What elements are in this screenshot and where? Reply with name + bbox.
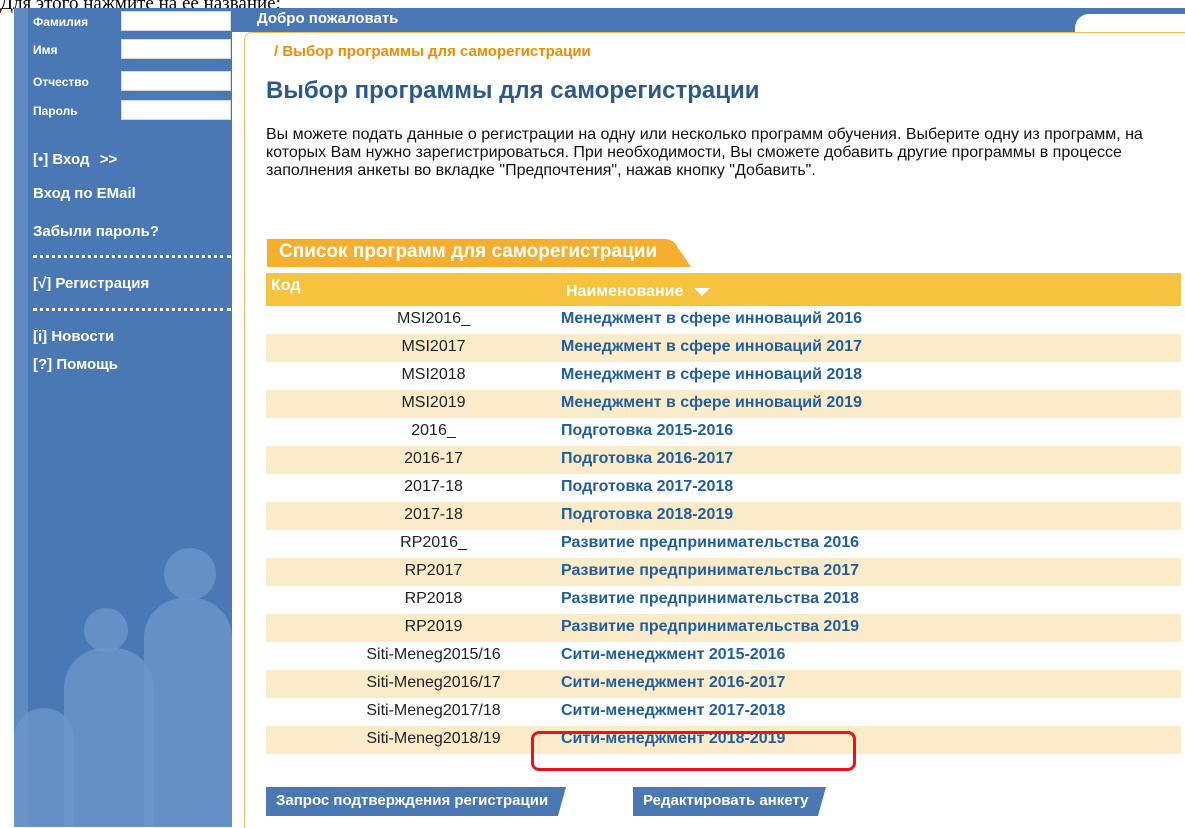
name-column-label: Наименование	[566, 283, 684, 300]
sidebar: Фамилия Имя Отчество Пароль [•] Вход >> …	[14, 8, 232, 827]
program-code: MSI2019	[401, 394, 466, 411]
program-list-tab: Список программ для саморегистрации	[267, 239, 692, 267]
sort-down-icon	[693, 287, 710, 296]
program-code: Siti-Meneg2016/17	[366, 674, 501, 691]
sidebar-edge	[14, 8, 28, 827]
patronymic-row: Отчество	[33, 71, 232, 93]
table-row: RP2019 Развитие предпринимательства 2019	[266, 614, 1181, 642]
program-code: RP2019	[404, 618, 463, 635]
program-name-link[interactable]: Менеджмент в сфере инноваций 2019	[561, 394, 862, 412]
sidebar-divider	[33, 308, 231, 311]
program-code: RP2018	[404, 590, 463, 607]
login-label: Вход	[52, 151, 90, 168]
forgot-password-link[interactable]: Забыли пароль?	[33, 223, 159, 240]
program-table: Код Наименование MSI2016_ Менеджмент в сф…	[266, 273, 1181, 754]
table-row: 2017-18 Подготовка 2017-2018	[266, 474, 1181, 502]
lastname-label: Фамилия	[33, 15, 89, 29]
table-row: Siti-Meneg2015/16 Сити-менеджмент 2015-20…	[266, 642, 1181, 670]
login-icon: [•]	[33, 151, 49, 168]
program-name-link[interactable]: Сити-менеджмент 2015-2016	[561, 646, 785, 664]
table-row: MSI2018 Менеджмент в сфере инноваций 2018	[266, 362, 1181, 390]
table-row: RP2016_ Развитие предпринимательства 2016	[266, 530, 1181, 558]
email-login-link[interactable]: Вход по EMail	[33, 185, 136, 202]
patronymic-label: Отчество	[33, 75, 89, 89]
page-title: Выбор программы для саморегистрации	[266, 77, 760, 104]
login-arrow: >>	[99, 151, 118, 168]
patronymic-input[interactable]	[121, 71, 231, 91]
program-name-link[interactable]: Менеджмент в сфере инноваций 2016	[561, 310, 862, 328]
password-input[interactable]	[121, 100, 231, 120]
breadcrumb[interactable]: / Выбор программы для саморегистрации	[274, 43, 591, 60]
header-title: Добро пожаловать	[257, 10, 399, 27]
checkmark-icon: [√]	[33, 275, 52, 292]
sidebar-divider	[33, 255, 231, 258]
program-code: 2017-18	[404, 506, 463, 523]
edit-form-button[interactable]: Редактировать анкету	[633, 787, 827, 816]
table-row: Siti-Meneg2016/17 Сити-менеджмент 2016-20…	[266, 670, 1181, 698]
header-bar: Добро пожаловать	[232, 8, 1185, 32]
table-header: Код Наименование	[266, 273, 1181, 306]
program-code: Siti-Meneg2017/18	[366, 702, 501, 719]
news-link[interactable]: [i] Новости	[33, 328, 114, 345]
table-row: 2017-18 Подготовка 2018-2019	[266, 502, 1181, 530]
program-name-link[interactable]: Менеджмент в сфере инноваций 2017	[561, 338, 862, 356]
intro-text: Вы можете подать данные о регистрации на…	[266, 126, 1143, 179]
table-row: Siti-Meneg2017/18 Сити-менеджмент 2017-20…	[266, 698, 1181, 726]
register-link[interactable]: [√] Регистрация	[33, 275, 149, 292]
confirm-registration-button[interactable]: Запрос подтверждения регистрации	[266, 787, 567, 816]
program-code: 2016_	[411, 422, 456, 439]
table-row: 2016-17 Подготовка 2016-2017	[266, 446, 1181, 474]
program-name-link[interactable]: Подготовка 2017-2018	[561, 478, 733, 496]
table-body: MSI2016_ Менеджмент в сфере инноваций 201…	[266, 306, 1181, 754]
program-name-link[interactable]: Развитие предпринимательства 2017	[561, 562, 859, 580]
program-code: MSI2018	[401, 366, 466, 383]
password-row: Пароль	[33, 100, 232, 122]
program-code: RP2016_	[400, 534, 467, 551]
program-code: MSI2017	[401, 338, 466, 355]
highlight-box	[531, 731, 856, 771]
program-name-link[interactable]: Менеджмент в сфере инноваций 2018	[561, 366, 862, 384]
program-code: 2017-18	[404, 478, 463, 495]
question-icon: [?]	[33, 356, 53, 373]
help-label: Помощь	[56, 356, 119, 373]
login-link[interactable]: [•] Вход >>	[33, 151, 117, 168]
program-name-link[interactable]: Подготовка 2018-2019	[561, 506, 733, 524]
program-name-link[interactable]: Развитие предпринимательства 2016	[561, 534, 859, 552]
program-code: 2016-17	[404, 450, 463, 467]
program-code: Siti-Meneg2015/16	[366, 646, 501, 663]
people-silhouette-image	[164, 548, 216, 600]
table-row: MSI2019 Менеджмент в сфере инноваций 2019	[266, 390, 1181, 418]
firstname-label: Имя	[33, 43, 58, 57]
program-code: RP2017	[404, 562, 463, 579]
people-silhouette-image	[84, 608, 128, 652]
people-silhouette-image	[64, 648, 154, 827]
info-icon: [i]	[33, 328, 48, 345]
table-row: RP2018 Развитие предпринимательства 2018	[266, 586, 1181, 614]
help-link[interactable]: [?] Помощь	[33, 356, 118, 373]
table-row: 2016_ Подготовка 2015-2016	[266, 418, 1181, 446]
program-name-link[interactable]: Сити-менеджмент 2017-2018	[561, 702, 785, 720]
header-tab-corner	[1075, 14, 1185, 32]
program-name-link[interactable]: Развитие предпринимательства 2019	[561, 618, 859, 636]
register-label: Регистрация	[55, 275, 150, 292]
news-label: Новости	[51, 328, 115, 345]
program-code: MSI2016_	[397, 310, 470, 327]
people-silhouette-image	[14, 708, 74, 827]
program-name-link[interactable]: Развитие предпринимательства 2018	[561, 590, 859, 608]
code-column-header[interactable]: Код	[271, 277, 300, 295]
people-silhouette-image	[144, 598, 232, 827]
table-row: MSI2017 Менеджмент в сфере инноваций 2017	[266, 334, 1181, 362]
program-name-link[interactable]: Подготовка 2016-2017	[561, 450, 733, 468]
table-row: RP2017 Развитие предпринимательства 2017	[266, 558, 1181, 586]
table-row: MSI2016_ Менеджмент в сфере инноваций 201…	[266, 306, 1181, 334]
lastname-input[interactable]	[121, 11, 231, 31]
name-column-header[interactable]: Наименование	[566, 283, 710, 301]
program-name-link[interactable]: Сити-менеджмент 2016-2017	[561, 674, 785, 692]
firstname-row: Имя	[33, 39, 232, 61]
password-label: Пароль	[33, 104, 78, 118]
firstname-input[interactable]	[121, 39, 231, 59]
program-name-link[interactable]: Подготовка 2015-2016	[561, 422, 733, 440]
lastname-row: Фамилия	[33, 11, 232, 33]
